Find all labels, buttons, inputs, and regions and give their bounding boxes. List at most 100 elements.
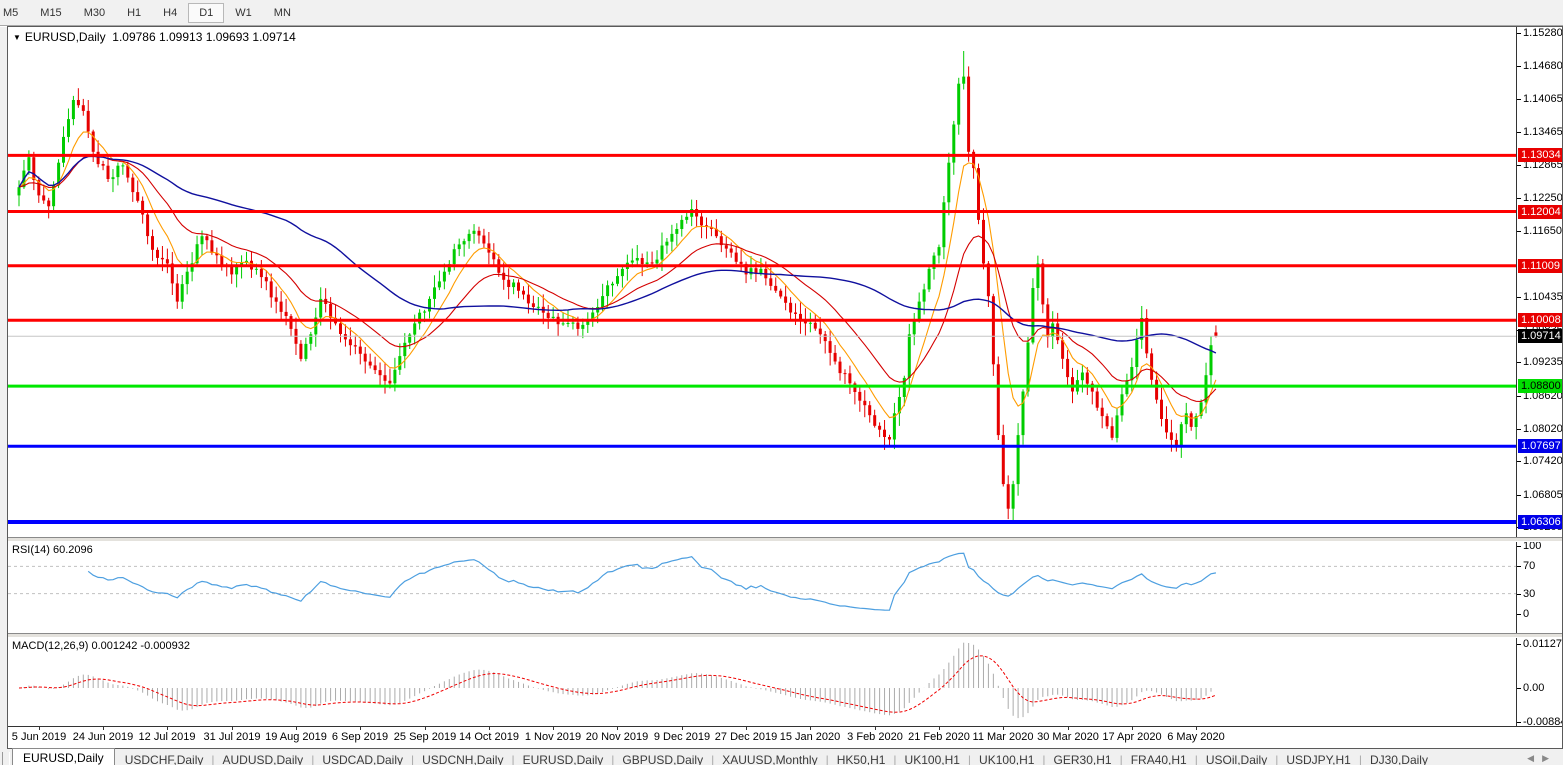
chart-tab-eurusd-daily[interactable]: EURUSD,Daily [513,752,614,765]
price-axis-tick: 1.13465 [1517,126,1562,139]
date-axis-tick [103,727,104,730]
chart-tab-ger30-h1[interactable]: GER30,H1 [1044,752,1122,765]
date-axis-tick [1132,727,1133,730]
timeframe-button-h4[interactable]: H4 [152,3,188,23]
date-axis-tick [682,727,683,730]
price-level-badge: 1.07697 [1518,439,1562,453]
price-chart-canvas[interactable] [8,27,1516,537]
date-axis-tick [1003,727,1004,730]
timeframe-button-m5[interactable]: M5 [0,3,29,23]
price-level-badge: 1.12004 [1518,205,1562,219]
date-axis-label: 31 Jul 2019 [204,731,261,743]
date-axis-tick [39,727,40,730]
chart-tab-uk100-h1[interactable]: UK100,H1 [895,752,970,765]
date-axis-tick [167,727,168,730]
chart-tab-uk100-h1[interactable]: UK100,H1 [969,752,1044,765]
price-level-badge: 1.10008 [1518,313,1562,327]
chart-tab-usdchf-daily[interactable]: USDCHF,Daily [115,752,214,765]
date-axis-tick [553,727,554,730]
chart-tab-bar: EURUSD,DailyUSDCHF,Daily|AUDUSD,Daily|US… [0,749,1563,765]
date-axis-label: 21 Feb 2020 [908,731,970,743]
price-chart-panel: ▼EURUSD,Daily 1.09786 1.09913 1.09693 1.… [8,27,1562,537]
price-level-badge: 1.13034 [1518,148,1562,162]
tabbar-left-stub [2,752,10,765]
date-axis-label: 6 Sep 2019 [332,731,388,743]
date-axis-label: 27 Dec 2019 [715,731,777,743]
price-axis-tick: 1.10435 [1517,291,1562,304]
chart-tab-usdcad-daily[interactable]: USDCAD,Daily [312,752,413,765]
price-level-badge: 1.09714 [1518,329,1562,343]
date-axis-tick [1068,727,1069,730]
chart-tab-usdcnh-daily[interactable]: USDCNH,Daily [412,752,513,765]
date-axis-label: 24 Jun 2019 [73,731,134,743]
price-axis-tick: 1.14680 [1517,60,1562,73]
price-axis-tick: 1.07420 [1517,455,1562,468]
rsi-panel: RSI(14) 60.2096 10070300 [8,542,1562,633]
date-axis-tick [296,727,297,730]
chart-tab-gbpusd-daily[interactable]: GBPUSD,Daily [612,752,713,765]
date-axis-tick [232,727,233,730]
date-axis-label: 15 Jan 2020 [780,731,841,743]
date-axis-label: 1 Nov 2019 [525,731,581,743]
chart-tab-fra40-h1[interactable]: FRA40,H1 [1121,752,1197,765]
date-axis: 5 Jun 2019 24 Jun 2019 12 Jul 2019 31 Jul 2… [8,726,1562,748]
chart-tab-usoil-daily[interactable]: USOil,Daily [1196,752,1277,765]
date-axis-label: 6 May 2020 [1167,731,1224,743]
price-axis-tick: 1.11650 [1517,225,1562,238]
timeframe-button-d1[interactable]: D1 [188,3,224,23]
macd-label: MACD(12,26,9) 0.001242 -0.000932 [12,640,190,652]
date-axis-tick [746,727,747,730]
collapse-triangle-icon[interactable]: ▼ [13,33,21,42]
timeframe-button-m15[interactable]: M15 [29,3,72,23]
rsi-axis-tick: 0 [1517,608,1529,621]
date-axis-label: 30 Mar 2020 [1037,731,1099,743]
chart-tab-usdjpy-h1[interactable]: USDJPY,H1 [1276,752,1360,765]
date-axis-label: 19 Aug 2019 [265,731,327,743]
timeframe-button-w1[interactable]: W1 [224,3,263,23]
date-axis-label: 12 Jul 2019 [139,731,196,743]
price-axis-tick: 1.06805 [1517,489,1562,502]
timeframe-button-mn[interactable]: MN [263,3,302,23]
price-level-badge: 1.11009 [1518,259,1562,273]
macd-panel: MACD(12,26,9) 0.001242 -0.000932 0.01127… [8,638,1562,726]
rsi-canvas[interactable] [8,542,1516,633]
tab-scroll-right-icon[interactable]: ▶ [1542,753,1557,763]
date-axis-tick [1196,727,1197,730]
date-axis-tick [939,727,940,730]
macd-axis-tick: 0.011277 [1517,638,1562,651]
date-axis-tick [489,727,490,730]
chart-window: ▼EURUSD,Daily 1.09786 1.09913 1.09693 1.… [7,26,1563,749]
chart-header: ▼EURUSD,Daily 1.09786 1.09913 1.09693 1.… [13,30,296,44]
price-axis-tick: 1.14065 [1517,93,1562,106]
chart-tab-hk50-h1[interactable]: HK50,H1 [827,752,896,765]
macd-canvas[interactable] [8,638,1516,726]
chart-tab-xauusd-monthly[interactable]: XAUUSD,Monthly [712,752,827,765]
date-axis-label: 11 Mar 2020 [973,731,1034,743]
chart-symbol-label: EURUSD,Daily [25,30,106,44]
macd-axis: 0.0112770.00-0.008845 [1516,638,1562,726]
chart-tab-dj30-daily[interactable]: DJ30,Daily [1360,752,1438,765]
timeframe-button-m30[interactable]: M30 [73,3,116,23]
price-level-badge: 1.06306 [1518,515,1562,529]
candlestick-series [18,51,1218,521]
trading-terminal: M5M15M30H1H4D1W1MN ▼EURUSD,Daily 1.09786… [0,0,1563,765]
rsi-axis-tick: 70 [1517,560,1535,573]
rsi-axis: 10070300 [1516,542,1562,633]
rsi-label: RSI(14) 60.2096 [12,544,93,556]
date-axis-tick [617,727,618,730]
date-axis-label: 5 Jun 2019 [12,731,66,743]
date-axis-tick [425,727,426,730]
date-axis-label: 20 Nov 2019 [586,731,648,743]
date-axis-label: 25 Sep 2019 [394,731,456,743]
timeframe-button-h1[interactable]: H1 [116,3,152,23]
macd-axis-tick: -0.008845 [1517,716,1562,726]
price-axis-tick: 1.12250 [1517,192,1562,205]
date-axis-label: 3 Feb 2020 [847,731,903,743]
chart-tab-eurusd-daily[interactable]: EURUSD,Daily [12,748,115,765]
date-axis-tick [810,727,811,730]
date-axis-label: 17 Apr 2020 [1102,731,1161,743]
tab-scroll-left-icon[interactable]: ◀ [1527,753,1542,763]
chart-tab-audusd-daily[interactable]: AUDUSD,Daily [213,752,314,765]
price-level-badge: 1.08800 [1518,379,1562,393]
timeframe-toolbar: M5M15M30H1H4D1W1MN [0,0,1563,26]
